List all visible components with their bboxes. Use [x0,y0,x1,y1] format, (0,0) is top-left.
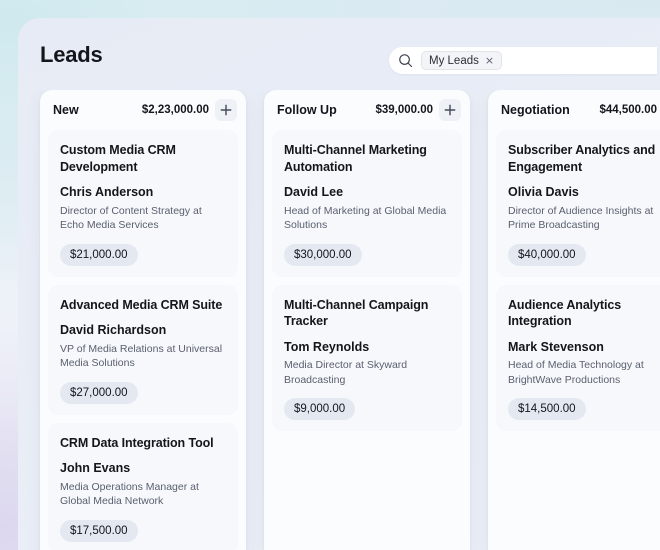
column-total-amount: $44,500.00 [599,104,657,116]
plus-icon [444,104,456,116]
lead-card[interactable]: Advanced Media CRM Suite David Richardson… [48,284,238,415]
card-list: Multi-Channel Marketing Automation David … [264,130,470,432]
search-filter-chip[interactable]: My Leads × [421,51,503,70]
search-bar[interactable]: My Leads × [389,47,657,74]
page-header: Leads My Leads × [18,18,660,90]
lead-card[interactable]: Subscriber Analytics and Engagement Olivi… [496,130,660,277]
lead-card-title: Multi-Channel Campaign Tracker [284,297,429,329]
lead-card[interactable]: Custom Media CRM Development Chris Anders… [48,130,238,277]
app-window: Leads My Leads × New $2,23,000.00 Custom M… [18,18,660,550]
lead-card-role: Media Operations Manager at Global Media… [60,480,199,508]
add-card-button[interactable] [215,99,237,121]
add-card-button[interactable] [439,99,461,121]
lead-card[interactable]: Multi-Channel Campaign Tracker Tom Reynol… [272,284,462,432]
column-total-amount: $39,000.00 [375,104,433,116]
search-icon [399,54,413,68]
kanban-column: Follow Up $39,000.00 Multi-Channel Marketi… [264,90,470,550]
lead-card-amount: $9,000.00 [284,398,356,421]
lead-card-title: CRM Data Integration Tool [60,435,214,450]
kanban-column: Negotiation $44,500.00 Subscriber Analytic… [488,90,660,550]
lead-card[interactable]: Multi-Channel Marketing Automation David … [272,130,462,277]
lead-card-role: Director of Audience Insights at Prime B… [508,204,654,232]
column-total-amount: $2,23,000.00 [141,104,209,116]
column-header: New $2,23,000.00 [40,90,246,130]
kanban-board: New $2,23,000.00 Custom Media CRM Developm… [18,90,660,550]
lead-card[interactable]: CRM Data Integration Tool John Evans Media… [48,422,238,550]
close-icon[interactable]: × [485,55,494,66]
search-filter-chip-label: My Leads [429,54,479,67]
lead-card-person: Chris Anderson [60,185,154,199]
lead-card-role: Head of Marketing at Global Media Soluti… [284,204,447,232]
lead-card-title: Audience Analytics Integration [508,297,622,329]
card-list: Custom Media CRM Development Chris Anders… [40,130,246,550]
lead-card-title: Advanced Media CRM Suite [60,297,223,312]
page-title: Leads [40,42,103,67]
lead-card-person: Mark Stevenson [508,339,604,354]
lead-card-role: Media Director at Skyward Broadcasting [284,359,408,386]
lead-card[interactable]: Audience Analytics Integration Mark Steve… [496,284,660,432]
column-name: New [53,103,79,117]
lead-card-title: Multi-Channel Marketing Automation [284,143,427,174]
lead-card-role: Director of Content Strategy at Echo Med… [60,204,202,232]
lead-card-title: Subscriber Analytics and Engagement [508,143,656,174]
lead-card-person: David Richardson [60,323,167,338]
lead-card-amount: $17,500.00 [60,519,138,542]
column-header: Negotiation $44,500.00 [488,90,660,130]
lead-card-title: Custom Media CRM Development [60,143,176,174]
column-name: Follow Up [277,103,337,117]
lead-card-amount: $30,000.00 [284,243,362,266]
lead-card-amount: $21,000.00 [60,243,138,266]
lead-card-amount: $14,500.00 [508,398,586,421]
lead-card-person: Tom Reynolds [284,339,370,354]
column-name: Negotiation [501,103,570,117]
lead-card-role: Head of Media Technology at BrightWave P… [508,359,644,386]
column-header: Follow Up $39,000.00 [264,90,470,130]
kanban-column: New $2,23,000.00 Custom Media CRM Developm… [40,90,246,550]
lead-card-role: VP of Media Relations at Universal Media… [60,342,223,370]
card-list: Subscriber Analytics and Engagement Olivi… [488,130,660,432]
lead-card-person: David Lee [284,185,344,199]
lead-card-person: Olivia Davis [508,185,579,199]
lead-card-amount: $40,000.00 [508,243,586,266]
lead-card-amount: $27,000.00 [60,381,138,404]
lead-card-person: John Evans [60,461,131,476]
plus-icon [220,104,232,116]
